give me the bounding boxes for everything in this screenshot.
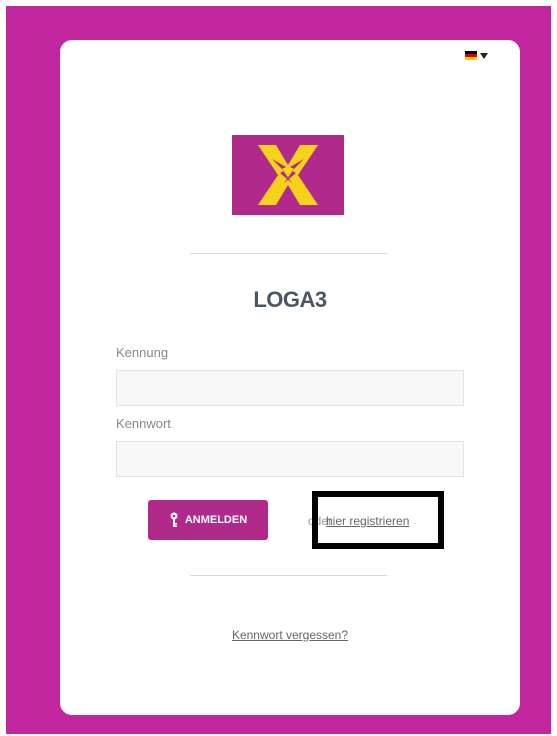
language-selector[interactable] (465, 51, 488, 60)
forgot-password-link[interactable]: Kennwort vergessen? (232, 628, 348, 642)
login-card: LOGA3 Kennung Kennwort ANMELDEN oder hie… (60, 40, 520, 715)
password-label: Kennwort (116, 416, 171, 431)
username-label: Kennung (116, 345, 169, 360)
lightning-x-logo (258, 145, 318, 205)
divider-top (190, 253, 387, 254)
forgot-password-container: Kennwort vergessen? (60, 628, 520, 642)
app-title: LOGA3 (253, 287, 327, 312)
login-button[interactable]: ANMELDEN (148, 500, 268, 540)
password-input[interactable] (116, 441, 464, 477)
register-link[interactable]: hier registrieren (326, 514, 409, 528)
divider-bottom (190, 575, 387, 576)
username-input[interactable] (116, 370, 464, 406)
german-flag-icon (465, 51, 477, 60)
key-icon (170, 512, 178, 527)
caret-down-icon (480, 52, 488, 59)
login-button-label: ANMELDEN (184, 514, 248, 526)
app-logo (232, 135, 344, 215)
page-background: LOGA3 Kennung Kennwort ANMELDEN oder hie… (6, 6, 551, 734)
